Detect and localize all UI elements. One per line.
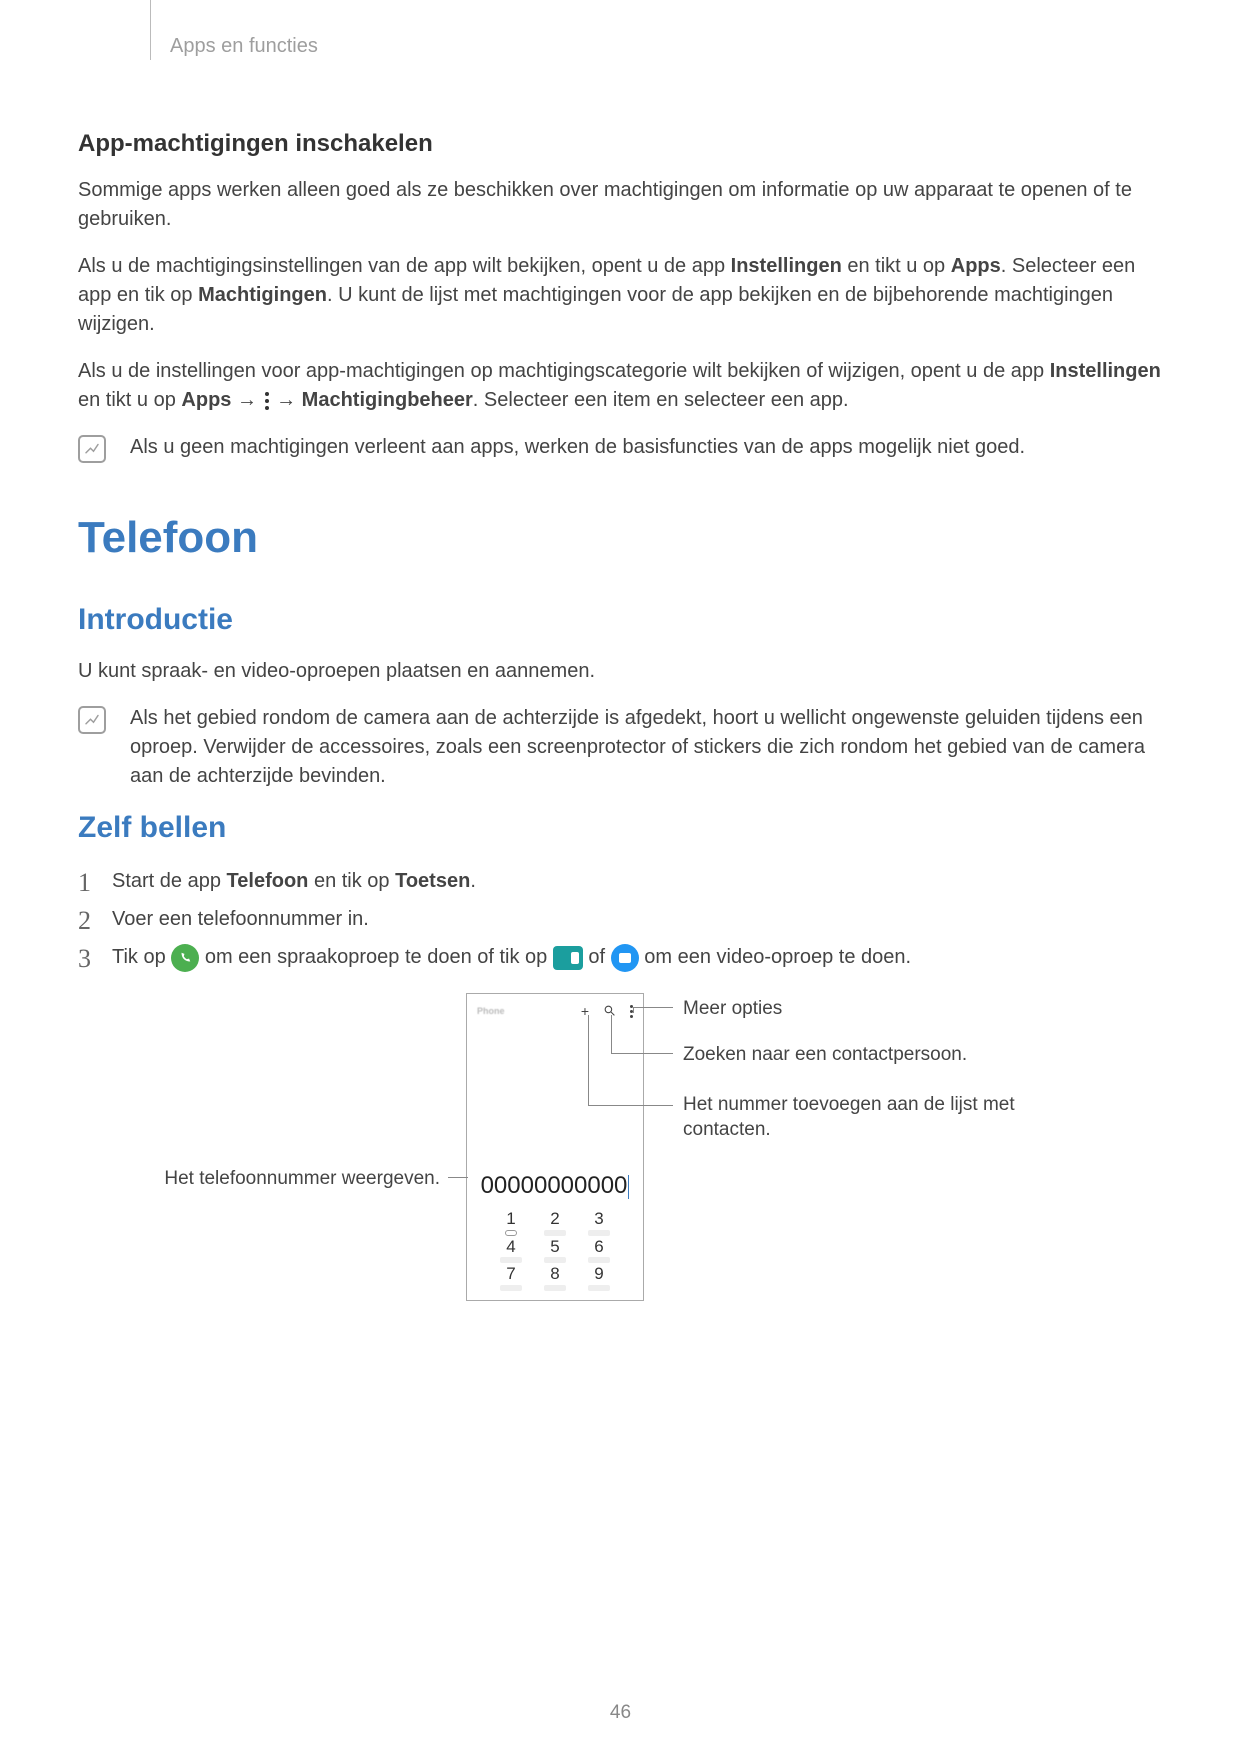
keypad-key: 6	[577, 1238, 621, 1264]
page-number: 46	[0, 1702, 1241, 1724]
search-icon	[603, 1004, 616, 1019]
keypad-key: 8	[533, 1265, 577, 1291]
phone-frame: Phone + 00000000000 1 2 3	[466, 993, 644, 1301]
phone-illustration: Phone + 00000000000 1 2 3	[78, 993, 1171, 1413]
more-options-icon	[265, 392, 269, 410]
subheading-introductie: Introductie	[78, 603, 1171, 637]
note-icon	[78, 706, 106, 734]
section-heading-app-perm: App-machtigingen inschakelen	[78, 130, 1171, 158]
video-call-icon-b	[611, 944, 639, 972]
step-item: Tik op om een spraakoproep te doen of ti…	[78, 941, 1171, 973]
note-text: Als het gebied rondom de camera aan de a…	[130, 704, 1171, 791]
subheading-zelf-bellen: Zelf bellen	[78, 811, 1171, 845]
callout-more-options: Meer opties	[683, 997, 782, 1022]
callout-add-contact: Het nummer toevoegen aan de lijst met co…	[683, 1093, 1023, 1142]
note-icon	[78, 435, 106, 463]
paragraph: Sommige apps werken alleen goed als ze b…	[78, 176, 1171, 234]
header-divider	[150, 0, 151, 60]
page-title-telefoon: Telefoon	[78, 513, 1171, 563]
paragraph: Als u de machtigingsinstellingen van de …	[78, 252, 1171, 339]
keypad-key: 1	[489, 1210, 533, 1236]
dialed-number: 00000000000	[467, 1172, 643, 1200]
keypad: 1 2 3 4 5 6 7 8 9	[467, 1200, 643, 1291]
keypad-key: 9	[577, 1265, 621, 1291]
video-call-icon-a	[553, 946, 583, 970]
steps-list: Start de app Telefoon en tik op Toetsen.…	[78, 865, 1171, 973]
keypad-key: 5	[533, 1238, 577, 1264]
app-label: Phone	[477, 1006, 505, 1016]
paragraph: U kunt spraak- en video-oproepen plaatse…	[78, 657, 1171, 686]
step-item: Voer een telefoonnummer in.	[78, 903, 1171, 935]
keypad-key: 3	[577, 1210, 621, 1236]
call-icon	[171, 944, 199, 972]
step-item: Start de app Telefoon en tik op Toetsen.	[78, 865, 1171, 897]
callout-number-display: Het telefoonnummer weergeven.	[134, 1167, 440, 1192]
callout-search: Zoeken naar een contactpersoon.	[683, 1043, 967, 1068]
paragraph: Als u de instellingen voor app-machtigin…	[78, 357, 1171, 415]
note-text: Als u geen machtigingen verleent aan app…	[130, 433, 1171, 462]
keypad-key: 7	[489, 1265, 533, 1291]
keypad-key: 2	[533, 1210, 577, 1236]
keypad-key: 4	[489, 1238, 533, 1264]
breadcrumb: Apps en functies	[170, 35, 318, 58]
